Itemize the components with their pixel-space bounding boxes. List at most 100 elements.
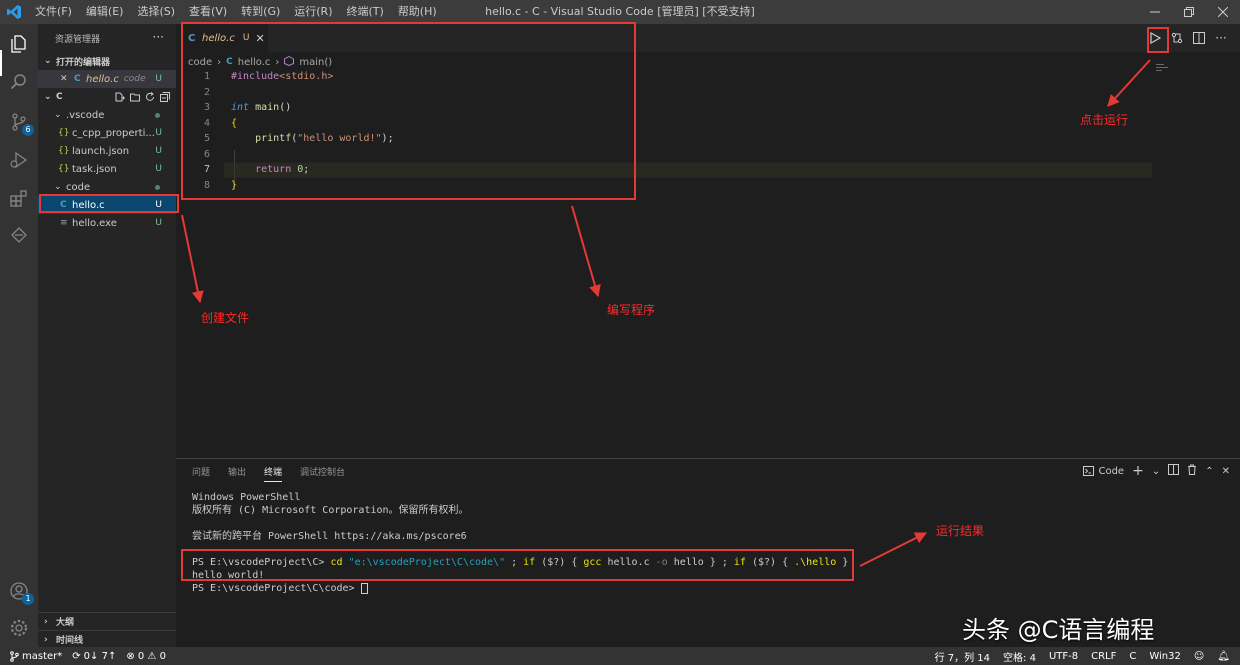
title-bar: 文件(F) 编辑(E) 选择(S) 查看(V) 转到(G) 运行(R) 终端(T… <box>0 0 1240 24</box>
bell-icon[interactable]: 🔔︎ <box>1217 651 1230 662</box>
close-panel-icon[interactable]: ✕ <box>1222 466 1230 477</box>
tree-file-c-cpp-properties[interactable]: {} c_cpp_properti... U <box>38 124 176 142</box>
workspace-label: C <box>56 92 63 102</box>
untracked-badge: U <box>242 33 250 43</box>
explorer-icon[interactable] <box>7 32 31 56</box>
open-editors-section[interactable]: ⌄ 打开的编辑器 <box>38 52 176 70</box>
menu-file[interactable]: 文件(F) <box>28 0 79 24</box>
new-terminal-icon[interactable]: + <box>1132 463 1144 479</box>
chevron-right-icon: › <box>275 56 280 68</box>
run-debug-icon[interactable] <box>7 148 31 172</box>
terminal-prompt: PS E:\vscodeProject\C\code> <box>192 583 361 594</box>
chevron-down-icon: ⌄ <box>44 92 52 102</box>
encoding-status[interactable]: UTF-8 <box>1049 651 1078 662</box>
tab-debug-console[interactable]: 调试控制台 <box>300 465 345 482</box>
timeline-section[interactable]: › 时间线 <box>38 630 176 648</box>
branch-status[interactable]: master* <box>10 651 62 662</box>
breadcrumb-symbol[interactable]: main() <box>299 57 332 68</box>
tree-file-launch-json[interactable]: {} launch.json U <box>38 142 176 160</box>
open-editor-folder: code <box>123 74 146 84</box>
source-control-badge: 6 <box>22 124 34 136</box>
language-mode[interactable]: C <box>1129 651 1136 662</box>
split-terminal-icon[interactable] <box>1168 464 1180 478</box>
menu-go[interactable]: 转到(G) <box>234 0 287 24</box>
problems-status[interactable]: ⊗ 0 ⚠ 0 <box>126 651 166 662</box>
chevron-down-icon[interactable]: ⌄ <box>1152 466 1160 477</box>
remote-icon[interactable] <box>7 224 31 248</box>
tab-hello-c[interactable]: C hello.c U ✕ <box>176 24 268 52</box>
refresh-icon[interactable] <box>145 92 155 102</box>
indentation-status[interactable]: 空格: 4 <box>1003 649 1036 664</box>
split-editor-icon[interactable] <box>1190 28 1208 48</box>
open-editor-item[interactable]: ✕ C hello.c code U <box>38 70 176 88</box>
feedback-icon[interactable]: ☺ <box>1194 651 1204 662</box>
search-icon[interactable] <box>7 70 31 94</box>
terminal-output[interactable]: Windows PowerShell 版权所有 (C) Microsoft Co… <box>192 491 848 595</box>
collapse-all-icon[interactable] <box>160 92 170 102</box>
code-text: int main() <box>231 100 291 116</box>
window-controls <box>1138 0 1240 24</box>
more-actions-icon[interactable]: ··· <box>153 30 164 44</box>
run-button[interactable] <box>1146 28 1164 48</box>
eol-status[interactable]: CRLF <box>1091 651 1116 662</box>
close-window-button[interactable] <box>1206 0 1240 24</box>
code-line[interactable]: 8} <box>176 178 1240 194</box>
gear-icon[interactable] <box>7 616 31 640</box>
code-token: ; <box>303 164 310 175</box>
code-line[interactable]: 1 #include<stdio.h> <box>176 69 1240 85</box>
more-actions-icon[interactable]: ··· <box>1212 28 1230 48</box>
chevron-right-icon: › <box>44 616 48 627</box>
code-line[interactable]: 6 <box>176 147 1240 163</box>
c-file-icon: C <box>60 200 67 210</box>
tree-folder-code[interactable]: ⌄ code <box>38 178 176 196</box>
tree-file-hello-c[interactable]: C hello.c U <box>38 196 176 214</box>
menu-edit[interactable]: 编辑(E) <box>79 0 131 24</box>
source-control-icon[interactable]: 6 <box>7 110 34 136</box>
breadcrumb-folder[interactable]: code <box>188 57 212 68</box>
terminal-select[interactable]: Code <box>1083 466 1124 477</box>
new-file-icon[interactable] <box>115 92 125 102</box>
tab-terminal[interactable]: 终端 <box>264 465 283 482</box>
code-line[interactable]: 7 return 0; <box>176 162 1240 178</box>
terminal-text: ($?) { <box>745 557 795 568</box>
code-line[interactable]: 5 printf("hello world!"); <box>176 131 1240 147</box>
tree-file-task-json[interactable]: {} task.json U <box>38 160 176 178</box>
close-icon[interactable]: ✕ <box>60 74 74 84</box>
tree-item-label: c_cpp_properti... <box>72 127 155 139</box>
code-token: int <box>231 102 250 113</box>
menu-view[interactable]: 查看(V) <box>182 0 234 24</box>
menu-run[interactable]: 运行(R) <box>287 0 339 24</box>
tree-item-label: launch.json <box>72 145 130 157</box>
code-line[interactable]: 2 <box>176 85 1240 101</box>
open-changes-icon[interactable] <box>1168 28 1186 48</box>
tab-problems[interactable]: 问题 <box>192 465 210 482</box>
code-editor[interactable]: 1 #include<stdio.h> 2 3 int main() 4 {5 printf… <box>176 69 1240 193</box>
activity-bar: 6 1 <box>0 24 38 647</box>
code-token: main <box>255 102 280 113</box>
new-folder-icon[interactable] <box>130 92 140 102</box>
outline-section[interactable]: › 大纲 <box>38 612 176 630</box>
restore-button[interactable] <box>1172 0 1206 24</box>
panel-actions: Code + ⌄ ⌃ ✕ <box>1083 463 1230 479</box>
menu-help[interactable]: 帮助(H) <box>391 0 444 24</box>
platform-status[interactable]: Win32 <box>1149 651 1181 662</box>
workspace-section[interactable]: ⌄ C <box>38 88 176 106</box>
cursor-position[interactable]: 行 7，列 14 <box>935 649 990 664</box>
close-icon[interactable]: ✕ <box>255 32 264 45</box>
menu-terminal[interactable]: 终端(T) <box>340 0 391 24</box>
sync-counts: 0↓ 7↑ <box>83 650 117 662</box>
extensions-icon[interactable] <box>7 186 31 210</box>
tab-output[interactable]: 输出 <box>228 465 246 482</box>
tree-file-hello-exe[interactable]: ≡ hello.exe U <box>38 214 176 232</box>
accounts-icon[interactable]: 1 <box>7 579 34 605</box>
sync-status[interactable]: ⟳ 0↓ 7↑ <box>72 651 116 662</box>
minimize-button[interactable] <box>1138 0 1172 24</box>
menu-selection[interactable]: 选择(S) <box>130 0 182 24</box>
breadcrumb-file[interactable]: hello.c <box>238 57 271 68</box>
maximize-panel-icon[interactable]: ⌃ <box>1205 466 1213 477</box>
tree-folder-vscode[interactable]: ⌄ .vscode <box>38 106 176 124</box>
code-token: printf <box>255 133 292 144</box>
tree-item-label: hello.exe <box>72 217 117 229</box>
trash-icon[interactable] <box>1187 464 1197 478</box>
